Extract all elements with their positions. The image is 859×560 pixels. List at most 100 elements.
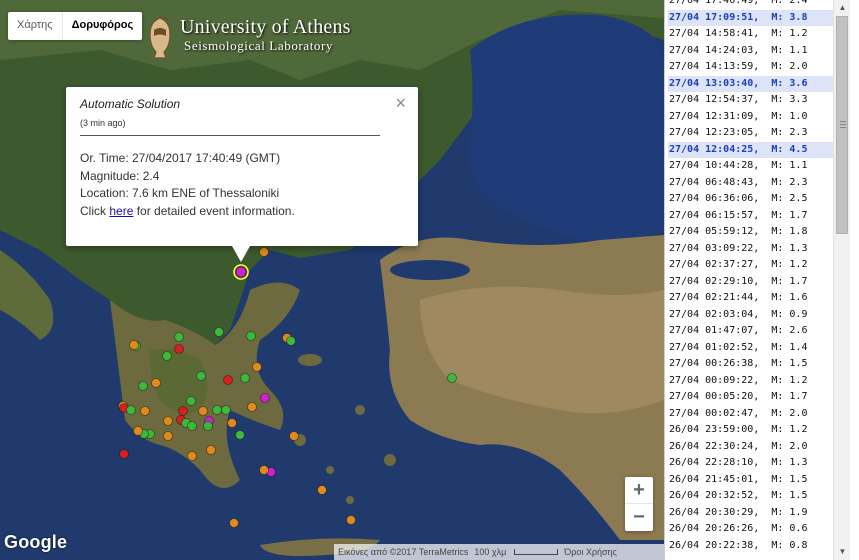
scrollbar[interactable]: ▲ ▼ [833,0,850,560]
earthquake-list-item[interactable]: 26/04 23:59:00, M: 1.2 [668,422,836,439]
earthquake-marker[interactable] [235,430,245,440]
earthquake-marker[interactable] [196,371,206,381]
earthquake-list-item[interactable]: 26/04 20:32:52, M: 1.5 [668,488,836,505]
earthquake-list-item[interactable]: 26/04 20:30:29, M: 1.9 [668,505,836,522]
info-window: × Automatic Solution (3 min ago) Or. Tim… [66,87,418,246]
earthquake-marker[interactable] [206,445,216,455]
earthquake-marker[interactable] [223,375,233,385]
earthquake-marker[interactable] [214,327,224,337]
info-location: Location: 7.6 km ENE of Thessaloniki [80,186,280,200]
earthquake-marker[interactable] [126,405,136,415]
earthquake-marker[interactable] [198,406,208,416]
earthquake-marker[interactable] [138,381,148,391]
earthquake-list-item[interactable]: 27/04 12:23:05, M: 2.3 [668,125,836,142]
info-title: Automatic Solution [80,97,181,111]
earthquake-list-item[interactable]: 27/04 12:54:37, M: 3.3 [668,92,836,109]
map-type-satellite-button[interactable]: Δορυφόρος [63,12,143,40]
earthquake-list-item[interactable]: 26/04 22:30:24, M: 2.0 [668,439,836,456]
map-canvas[interactable]: Χάρτης Δορυφόρος University of Athens Se… [0,0,664,560]
earthquake-marker[interactable] [174,332,184,342]
earthquake-marker[interactable] [133,426,143,436]
scale-label: 100 χλμ [474,547,507,557]
earthquake-marker[interactable] [187,451,197,461]
earthquake-list-item[interactable]: 27/04 02:21:44, M: 1.6 [668,290,836,307]
close-icon[interactable]: × [395,93,406,114]
earthquake-marker[interactable] [212,405,222,415]
earthquake-list-item[interactable]: 27/04 14:24:03, M: 1.1 [668,43,836,60]
earthquake-list-item[interactable]: 27/04 03:09:22, M: 1.3 [668,241,836,258]
earthquake-list-item[interactable]: 27/04 10:44:28, M: 1.1 [668,158,836,175]
zoom-in-button[interactable]: + [625,477,653,504]
earthquake-list-item[interactable]: 26/04 22:28:10, M: 1.3 [668,455,836,472]
earthquake-marker[interactable] [174,344,184,354]
earthquake-list-item[interactable]: 27/04 17:09:51, M: 3.8 [668,9,836,26]
earthquake-marker[interactable] [178,406,188,416]
earthquake-marker[interactable] [246,331,256,341]
earthquake-list-item[interactable]: 27/04 12:04:25, M: 4.5 [668,141,836,158]
earthquake-marker[interactable] [186,396,196,406]
earthquake-marker[interactable] [286,336,296,346]
earthquake-list-item[interactable]: 26/04 20:26:26, M: 0.6 [668,521,836,538]
earthquake-list-item[interactable]: 26/04 20:22:38, M: 0.8 [668,538,836,555]
earthquake-marker[interactable] [163,431,173,441]
earthquake-list: 27/04 17:40:49, M: 2.4 27/04 17:09:51, M:… [668,0,836,554]
earthquake-marker[interactable] [247,402,257,412]
map-attribution: Εικόνες από ©2017 TerraMetrics 100 χλμ Ό… [334,544,664,560]
earthquake-marker[interactable] [129,340,139,350]
earthquake-marker[interactable] [140,406,150,416]
earthquake-marker[interactable] [447,373,457,383]
earthquake-marker[interactable] [187,421,197,431]
earthquake-marker[interactable] [346,515,356,525]
earthquake-list-item[interactable]: 27/04 06:36:06, M: 2.5 [668,191,836,208]
zoom-out-button[interactable]: − [625,504,653,531]
earthquake-list-item[interactable]: 27/04 14:58:41, M: 1.2 [668,26,836,43]
earthquake-marker[interactable] [229,518,239,528]
earthquake-marker[interactable] [259,465,269,475]
info-details-line: Click here for detailed event informatio… [80,203,295,218]
earthquake-list-item[interactable]: 26/04 21:45:01, M: 1.5 [668,472,836,489]
earthquake-list-item[interactable]: 27/04 02:29:10, M: 1.7 [668,274,836,291]
earthquake-list-item[interactable]: 27/04 00:26:38, M: 1.5 [668,356,836,373]
earthquake-list-item[interactable]: 27/04 17:40:49, M: 2.4 [668,0,836,10]
zoom-control: + − [625,477,653,531]
info-time-ago: (3 min ago) [80,118,126,128]
info-divider [80,135,380,136]
scroll-thumb[interactable] [836,16,848,234]
earthquake-marker[interactable] [227,418,237,428]
earthquake-marker[interactable] [163,416,173,426]
scroll-up-icon[interactable]: ▲ [834,0,851,16]
earthquake-marker[interactable] [203,421,213,431]
earthquake-list-item[interactable]: 27/04 06:48:43, M: 2.3 [668,175,836,192]
earthquake-list-item[interactable]: 27/04 06:15:57, M: 1.7 [668,208,836,225]
earthquake-list-item[interactable]: 27/04 01:47:07, M: 2.6 [668,323,836,340]
earthquake-marker[interactable] [162,351,172,361]
earthquake-list-item[interactable]: 27/04 14:13:59, M: 2.0 [668,59,836,76]
earthquake-list-item[interactable]: 27/04 00:02:47, M: 2.0 [668,406,836,423]
earthquake-marker[interactable] [235,266,247,278]
earthquake-list-panel: 27/04 17:40:49, M: 2.4 27/04 17:09:51, M:… [664,0,859,560]
earthquake-marker[interactable] [260,393,270,403]
imagery-credit: Εικόνες από ©2017 TerraMetrics [338,547,469,557]
earthquake-list-item[interactable]: 27/04 12:31:09, M: 1.0 [668,109,836,126]
earthquake-list-item[interactable]: 27/04 00:09:22, M: 1.2 [668,373,836,390]
earthquake-marker[interactable] [151,378,161,388]
earthquake-marker[interactable] [240,373,250,383]
earthquake-list-item[interactable]: 27/04 13:03:40, M: 3.6 [668,75,836,92]
earthquake-list-item[interactable]: 27/04 00:05:20, M: 1.7 [668,389,836,406]
earthquake-marker[interactable] [259,247,269,257]
earthquake-marker[interactable] [221,405,231,415]
details-link[interactable]: here [109,204,133,218]
earthquake-list-item[interactable]: 27/04 01:02:52, M: 1.4 [668,340,836,357]
map-type-map-button[interactable]: Χάρτης [8,12,63,40]
terms-link[interactable]: Όροι Χρήσης [564,547,617,557]
logo-title: University of Athens [180,16,351,38]
earthquake-list-item[interactable]: 27/04 02:03:04, M: 0.9 [668,307,836,324]
earthquake-list-item[interactable]: 27/04 02:37:27, M: 1.2 [668,257,836,274]
earthquake-list-item[interactable]: 27/04 05:59:12, M: 1.8 [668,224,836,241]
earthquake-marker[interactable] [289,431,299,441]
map-type-control: Χάρτης Δορυφόρος [8,12,143,40]
scroll-down-icon[interactable]: ▼ [834,544,851,560]
earthquake-marker[interactable] [252,362,262,372]
earthquake-marker[interactable] [317,485,327,495]
earthquake-marker[interactable] [119,449,129,459]
